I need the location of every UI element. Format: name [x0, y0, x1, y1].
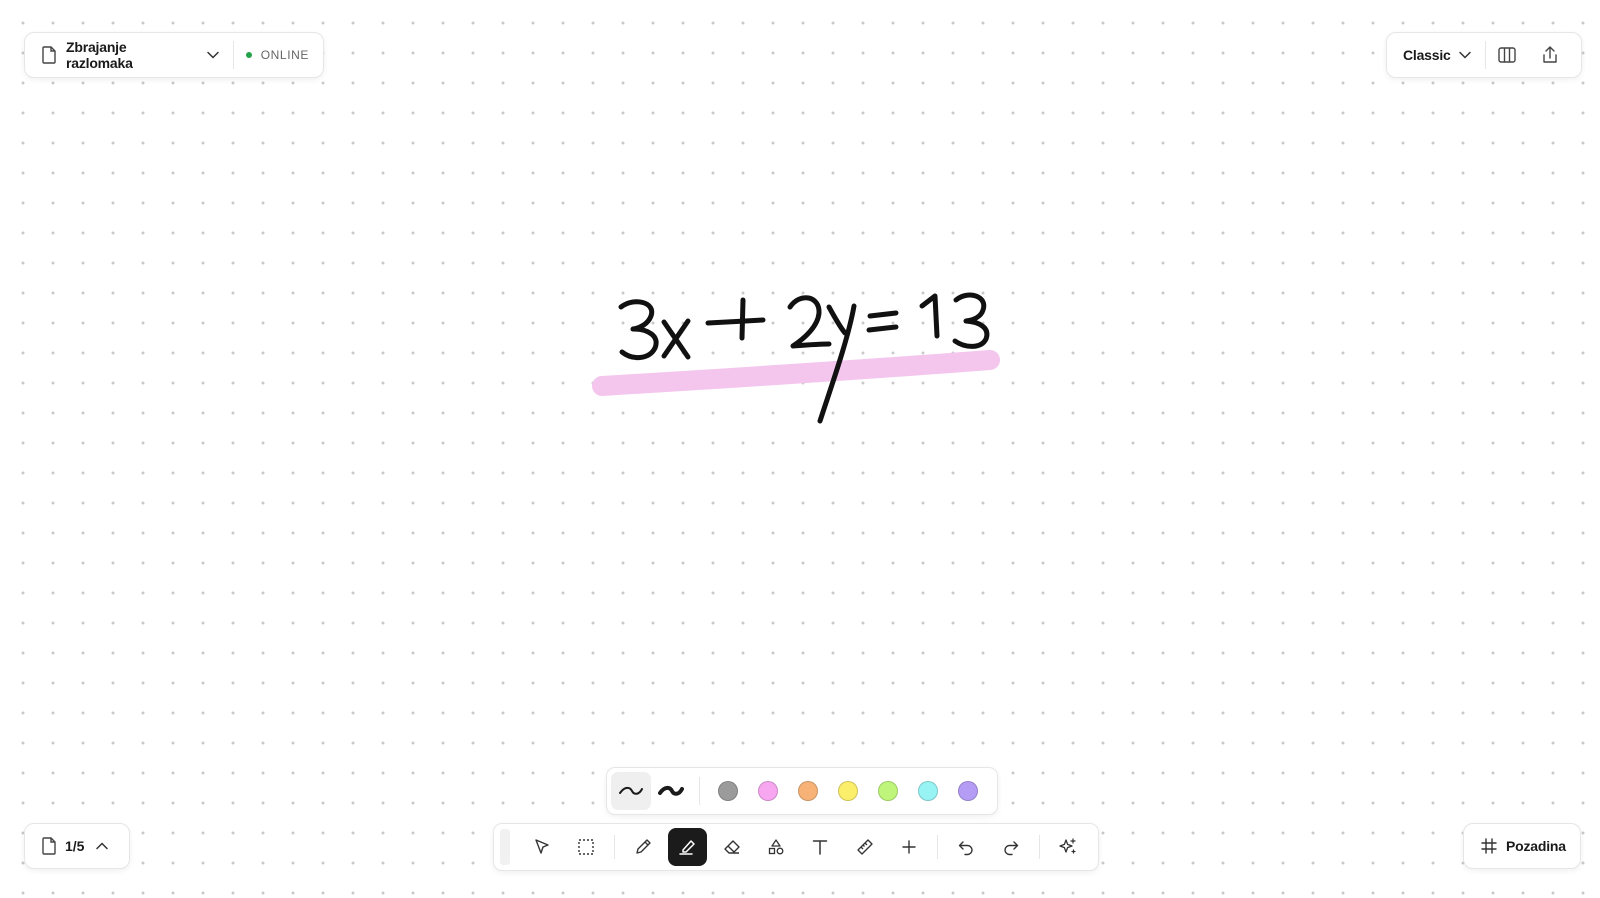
document-panel: Zbrajanje razlomaka ONLINE — [24, 32, 324, 78]
chevron-down-icon[interactable] — [206, 51, 219, 59]
document-title[interactable]: Zbrajanje razlomaka — [66, 39, 197, 71]
color-swatch-green[interactable] — [878, 781, 898, 801]
toolbar-drag-handle[interactable] — [500, 829, 510, 865]
redo-button[interactable] — [991, 828, 1029, 866]
text-tool-button[interactable] — [801, 828, 839, 866]
divider — [614, 835, 616, 859]
share-export-button[interactable] — [1529, 32, 1572, 78]
page-indicator[interactable]: 1/5 — [24, 823, 130, 869]
eraser-icon — [723, 838, 741, 856]
undo-icon — [957, 838, 975, 856]
divider — [1038, 835, 1040, 859]
chevron-up-icon[interactable] — [96, 842, 109, 850]
color-swatch-orange[interactable] — [798, 781, 818, 801]
ruler-tool-button[interactable] — [846, 828, 884, 866]
redo-icon — [1002, 838, 1020, 856]
view-mode-select[interactable]: Classic — [1403, 47, 1451, 63]
cursor-arrow-icon — [533, 838, 551, 856]
select-tool-button[interactable] — [523, 828, 561, 866]
undo-button[interactable] — [947, 828, 985, 866]
color-swatch-cyan[interactable] — [918, 781, 938, 801]
eraser-tool-button[interactable] — [713, 828, 751, 866]
divider — [232, 41, 234, 69]
thin-stroke-button[interactable] — [611, 772, 651, 810]
color-swatch-purple[interactable] — [958, 781, 978, 801]
text-icon — [811, 838, 829, 856]
sparkle-icon — [1058, 837, 1078, 857]
canvas-drawing[interactable] — [0, 0, 1600, 898]
highlighter-icon — [678, 838, 698, 856]
document-icon — [41, 46, 57, 64]
view-panel: Classic — [1386, 32, 1582, 78]
divider — [699, 777, 700, 805]
divider — [937, 835, 939, 859]
shapes-icon — [767, 838, 785, 856]
page-icon — [41, 837, 57, 855]
share-icon — [1542, 46, 1558, 64]
color-swatches — [708, 781, 988, 801]
color-swatch-gray[interactable] — [718, 781, 738, 801]
dashed-rectangle-icon — [577, 838, 595, 856]
ai-assist-button[interactable] — [1049, 828, 1087, 866]
background-label: Pozadina — [1506, 838, 1566, 854]
main-toolbar — [493, 823, 1099, 871]
color-swatch-pink[interactable] — [758, 781, 778, 801]
online-status-dot — [245, 52, 252, 58]
background-button[interactable]: Pozadina — [1463, 823, 1581, 869]
highlighter-tool-button[interactable] — [668, 828, 707, 866]
pen-tool-button[interactable] — [624, 828, 662, 866]
highlight-stroke — [592, 350, 1000, 396]
columns-icon — [1498, 47, 1516, 63]
pencil-icon — [634, 838, 652, 856]
grid-hash-icon — [1480, 837, 1498, 855]
shapes-tool-button[interactable] — [757, 828, 795, 866]
plus-icon — [900, 838, 918, 856]
marquee-select-tool-button[interactable] — [567, 828, 605, 866]
connection-status: ONLINE — [260, 48, 309, 62]
style-bar — [606, 767, 998, 815]
page-counter: 1/5 — [65, 838, 85, 854]
add-button[interactable] — [890, 828, 928, 866]
chevron-down-icon[interactable] — [1458, 51, 1471, 59]
ruler-icon — [856, 838, 874, 856]
color-swatch-yellow[interactable] — [838, 781, 858, 801]
columns-layout-button[interactable] — [1486, 32, 1529, 78]
thick-stroke-button[interactable] — [651, 772, 691, 810]
